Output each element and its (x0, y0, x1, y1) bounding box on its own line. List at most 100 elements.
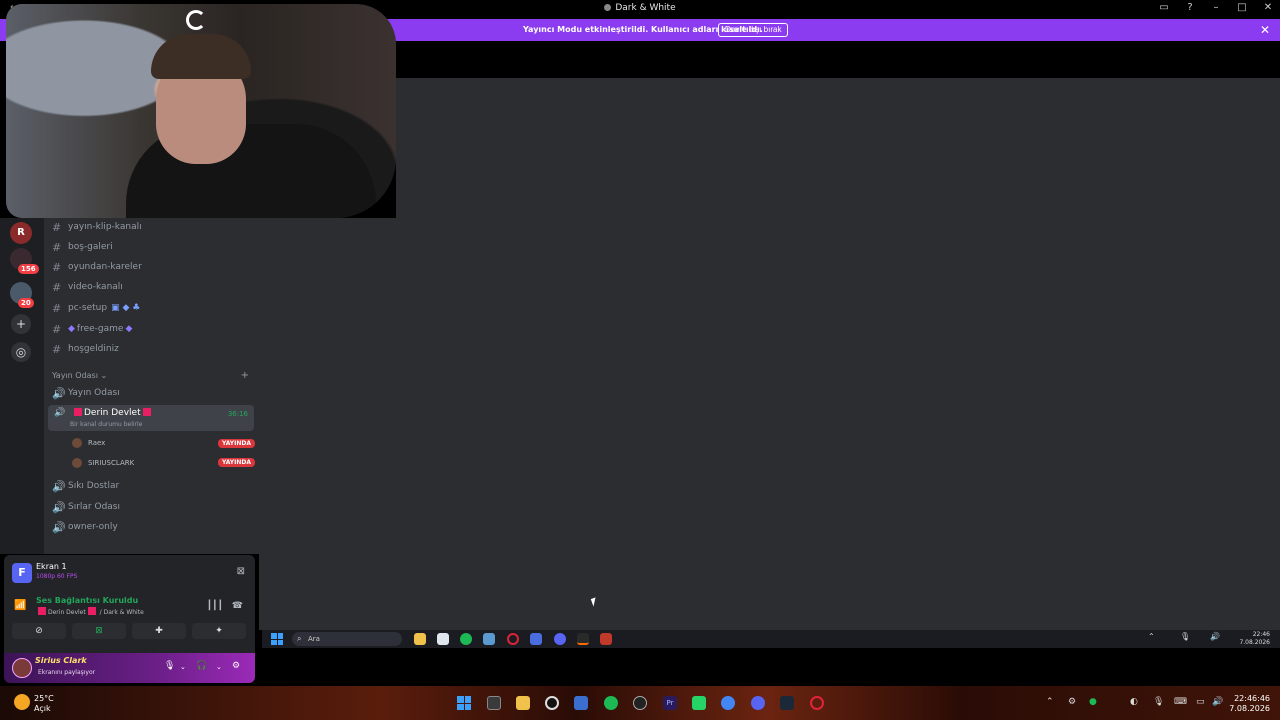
inbox-icon[interactable]: ▭ (1158, 2, 1170, 13)
store-icon[interactable] (437, 633, 449, 645)
text-channel[interactable]: # pc-setup ▣ ◆ ♣ (52, 299, 140, 317)
spotify-icon[interactable] (604, 696, 618, 710)
system-clock[interactable]: 22:46:46 7.08.2026 (1229, 694, 1270, 714)
microphone-icon[interactable]: 🎙 (1153, 697, 1164, 707)
maximize-button[interactable]: □ (1236, 2, 1248, 13)
weather-condition: Açık (34, 704, 51, 713)
voice-channel-active[interactable]: 🔊 Derin Devlet Bir kanal durumu belirle … (48, 405, 254, 431)
disconnect-icon[interactable]: ☎ (232, 601, 243, 611)
steelseries-icon[interactable]: ⚙ (1068, 697, 1076, 707)
voice-connected-channel[interactable]: Derin Devlet / Dark & White (36, 607, 144, 616)
microphone-icon[interactable]: 🎙 (1180, 632, 1190, 641)
minimize-button[interactable]: – (1210, 2, 1222, 13)
computer-emoji-icon: ▣ ◆ ♣ (111, 303, 141, 313)
chevron-up-icon[interactable]: ⌃ (1148, 632, 1155, 641)
voice-channel[interactable]: 🔊 owner-only (52, 518, 118, 536)
avatar[interactable] (12, 658, 32, 678)
spotify-tray-icon[interactable]: ● (1089, 697, 1097, 707)
help-icon[interactable]: ? (1184, 2, 1196, 13)
voice-connected-title[interactable]: Ses Bağlantısı Kuruldu (36, 596, 138, 605)
live-badge: YAYINDA (217, 458, 255, 467)
obs-icon[interactable] (545, 696, 559, 710)
stop-stream-icon[interactable]: ⊠ (237, 566, 245, 577)
app-icon[interactable] (574, 696, 588, 710)
screen-share-panel: F Ekran 1 1080p 60 FPS ⊠ (4, 555, 255, 591)
whatsapp-icon[interactable] (692, 696, 706, 710)
disable-streamer-mode-button[interactable]: Devre dışı bırak (718, 23, 789, 37)
steam-icon[interactable] (780, 696, 794, 710)
speaker-icon: 🔊 (52, 386, 66, 400)
chatgpt-icon[interactable] (633, 696, 647, 710)
category-header[interactable]: Yayın Odası ⌄ (52, 371, 107, 380)
username[interactable]: Sirius Clark (35, 656, 87, 665)
windows-start-icon[interactable] (457, 696, 471, 710)
steam-tray-icon[interactable]: ◐ (1130, 697, 1138, 707)
pink-square-icon (87, 607, 96, 615)
text-channel[interactable]: # hoşgeldiniz (52, 340, 119, 358)
file-explorer-icon[interactable] (516, 696, 530, 710)
windows-start-icon[interactable] (271, 633, 283, 645)
add-server-icon[interactable]: + (11, 314, 31, 334)
search-placeholder: Ara (308, 635, 320, 643)
noise-suppression-icon[interactable]: ┃┃┃ (207, 601, 223, 611)
opera-icon[interactable] (810, 696, 824, 710)
chevron-down-icon[interactable]: ⌄ (180, 663, 186, 671)
close-window-button[interactable]: ✕ (1262, 2, 1274, 13)
avatar (72, 458, 82, 468)
screen-share-button[interactable]: ⊠ (72, 623, 126, 639)
voice-channel[interactable]: 🔊 Yayın Odası (52, 384, 120, 402)
opera-icon[interactable] (507, 633, 519, 645)
chevron-down-icon: ⌄ (100, 371, 108, 380)
chevron-up-icon[interactable]: ⌃ (1046, 697, 1054, 707)
voice-channel[interactable]: 🔊 Sırlar Odası (52, 498, 120, 516)
main-content-edge (259, 218, 396, 630)
microphone-icon[interactable]: 🎙 (164, 661, 175, 671)
voice-member[interactable]: SIRIUSCLARK (72, 458, 134, 468)
add-channel-icon[interactable]: + (241, 370, 249, 381)
premiere-icon[interactable]: Pr (663, 696, 677, 710)
voice-channel[interactable]: 🔊 Sıkı Dostlar (52, 477, 119, 495)
network-icon[interactable]: ▭ (1196, 697, 1205, 707)
weather-widget[interactable]: 25°C Açık (34, 694, 54, 714)
headphones-icon[interactable]: 🎧 (196, 661, 207, 671)
channel-name: oyundan-kareler (68, 262, 142, 272)
channel-name: hoşgeldiniz (68, 344, 119, 354)
volume-icon[interactable]: 🔊 (1212, 697, 1223, 707)
chrome-icon[interactable] (721, 696, 735, 710)
weather-icon[interactable] (14, 694, 30, 710)
app-icon[interactable] (577, 633, 589, 645)
captured-clock[interactable]: 22:46 7.08.2026 (1239, 631, 1270, 647)
channel-status[interactable]: Bir kanal durumu belirle (70, 421, 142, 428)
signal-icon[interactable]: 📶 (14, 600, 26, 611)
text-channel[interactable]: # oyundan-kareler (52, 258, 142, 276)
activities-button[interactable]: ✚ (132, 623, 186, 639)
taskbar-search[interactable]: ⌕ Ara (292, 632, 402, 646)
hash-icon: # (52, 240, 62, 254)
chevron-down-icon[interactable]: ⌄ (216, 663, 222, 671)
discord-icon[interactable] (751, 696, 765, 710)
soundboard-button[interactable]: ✦ (192, 623, 246, 639)
file-explorer-icon[interactable] (414, 633, 426, 645)
avatar (72, 438, 82, 448)
screen-share-icon: F (12, 563, 32, 583)
app-icon[interactable] (530, 633, 542, 645)
spotify-icon[interactable] (460, 633, 472, 645)
close-icon[interactable]: ✕ (1260, 23, 1270, 37)
keyboard-icon[interactable]: ⌨ (1174, 697, 1187, 707)
text-channel[interactable]: # boş-galeri (52, 238, 113, 256)
steam-icon[interactable] (483, 633, 495, 645)
shield-icon[interactable] (600, 633, 612, 645)
voice-member[interactable]: Raex (72, 438, 105, 448)
discord-icon[interactable] (554, 633, 566, 645)
text-channel[interactable]: # ◆ free-game ◆ (52, 320, 132, 338)
text-channel[interactable]: # video-kanalı (52, 278, 123, 296)
gear-icon[interactable]: ⚙ (232, 661, 240, 671)
camera-off-button[interactable]: ⊘ (12, 623, 66, 639)
member-name: SIRIUSCLARK (88, 459, 135, 467)
pink-square-icon (142, 408, 151, 416)
discover-icon[interactable]: ◎ (11, 342, 31, 362)
server-icon-r[interactable]: R (10, 222, 32, 244)
task-view-icon[interactable] (487, 696, 501, 710)
text-channel[interactable]: # yayın-klip-kanalı (52, 218, 142, 236)
volume-icon[interactable]: 🔊 (1210, 632, 1220, 641)
